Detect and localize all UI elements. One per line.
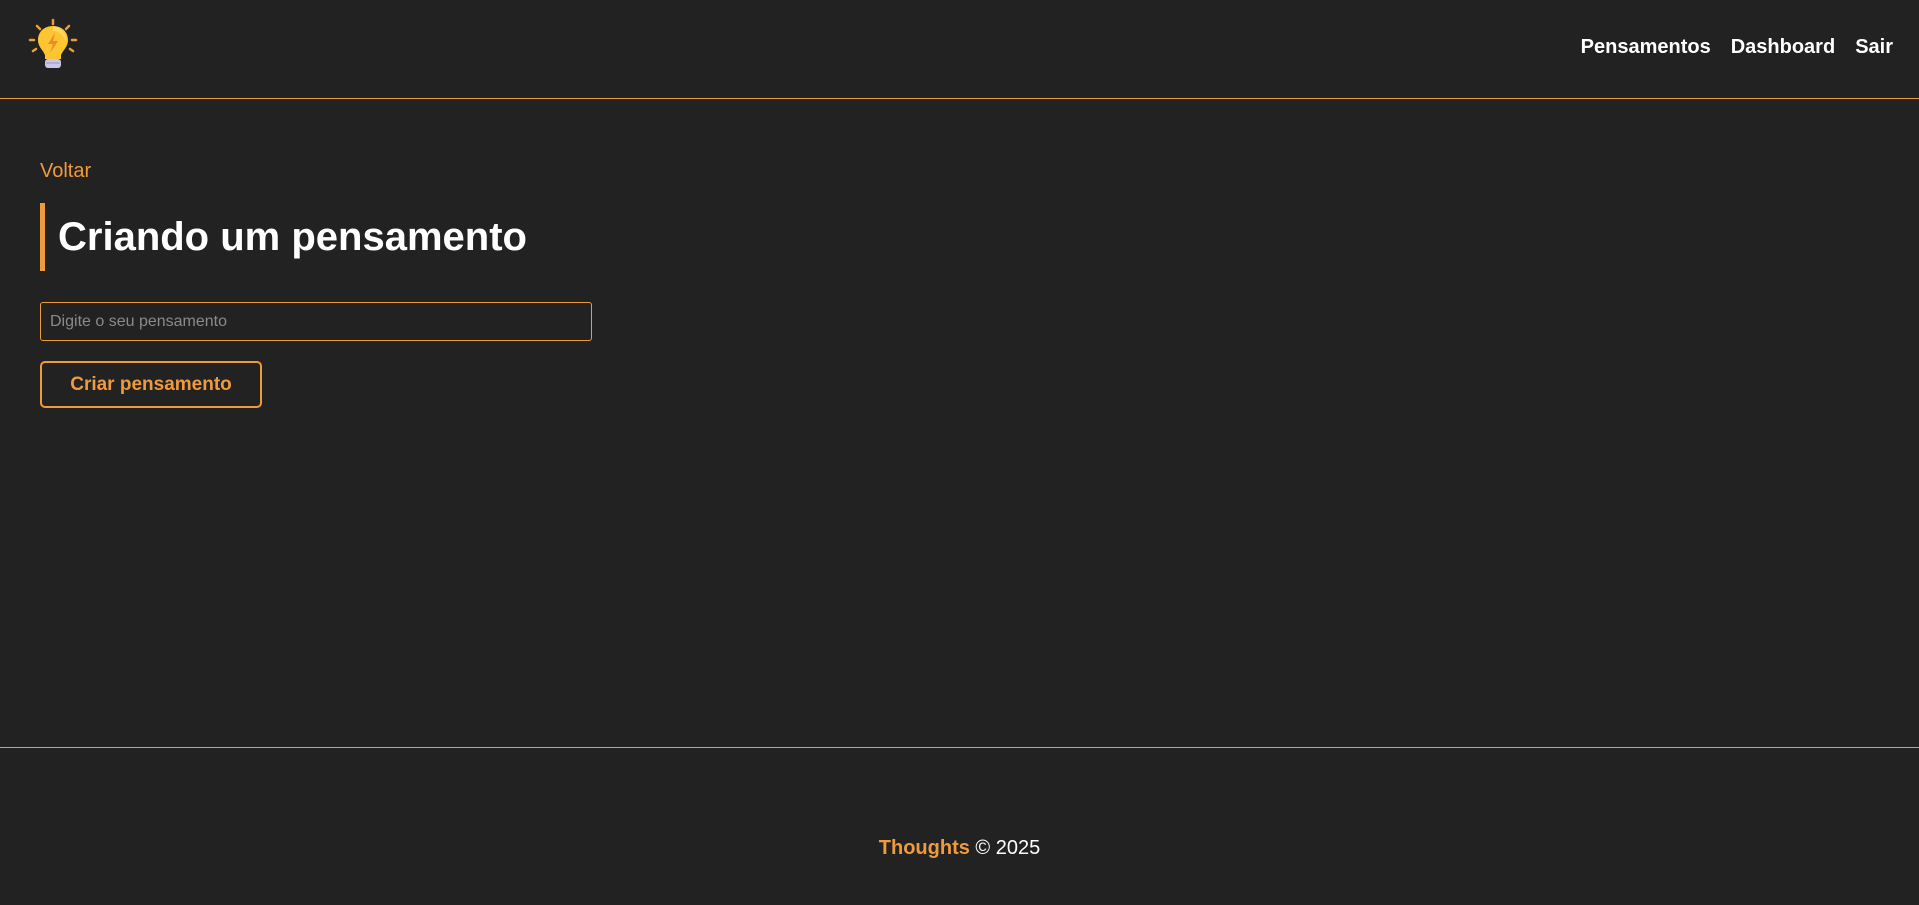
- nav-link-sair[interactable]: Sair: [1855, 36, 1893, 58]
- footer: Thoughts © 2025: [0, 747, 1919, 905]
- nav-links: Pensamentos Dashboard Sair: [1581, 36, 1893, 59]
- main-content: Voltar Criando um pensamento Criar pensa…: [40, 100, 1880, 746]
- navbar: Pensamentos Dashboard Sair: [0, 0, 1919, 99]
- nav-item-sair: Sair: [1855, 36, 1893, 59]
- page-title: Criando um pensamento: [58, 214, 527, 259]
- logo-link[interactable]: [27, 18, 79, 72]
- nav-link-dashboard[interactable]: Dashboard: [1731, 36, 1835, 58]
- thought-input[interactable]: [40, 302, 592, 341]
- title-wrapper: Criando um pensamento: [40, 203, 527, 271]
- back-link[interactable]: Voltar: [40, 160, 91, 183]
- footer-copyright: © 2025: [975, 837, 1041, 859]
- footer-text: Thoughts © 2025: [0, 837, 1919, 860]
- lightbulb-icon: [28, 18, 78, 68]
- footer-brand: Thoughts: [878, 837, 970, 859]
- nav-item-pensamentos: Pensamentos: [1581, 36, 1711, 59]
- create-thought-button[interactable]: Criar pensamento: [40, 361, 262, 408]
- page: Pensamentos Dashboard Sair Voltar Criand…: [0, 0, 1919, 905]
- nav-link-pensamentos[interactable]: Pensamentos: [1581, 36, 1711, 58]
- nav-item-dashboard: Dashboard: [1731, 36, 1835, 59]
